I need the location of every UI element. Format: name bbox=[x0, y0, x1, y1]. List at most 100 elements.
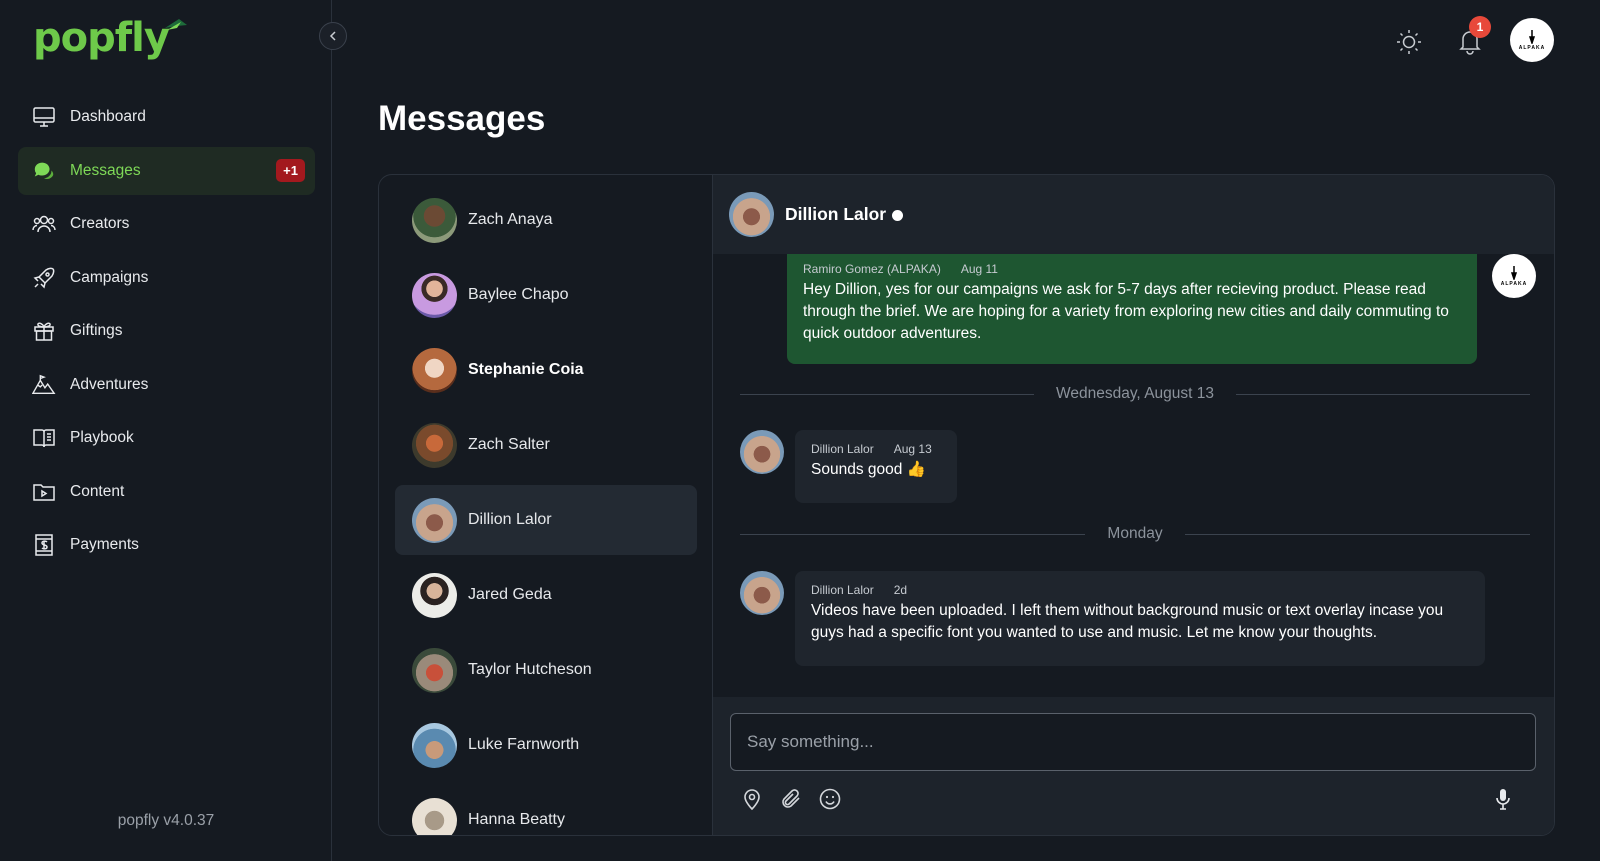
chevron-left-icon bbox=[329, 31, 336, 41]
sidebar-item-giftings[interactable]: Giftings bbox=[18, 307, 315, 355]
chat-icon bbox=[32, 159, 56, 183]
contact-item[interactable]: Luke Farnworth bbox=[395, 710, 697, 780]
sidebar-item-adventures[interactable]: Adventures bbox=[18, 361, 315, 409]
collapse-sidebar-button[interactable] bbox=[319, 22, 347, 50]
avatar bbox=[740, 430, 784, 474]
emoji-icon[interactable] bbox=[818, 787, 842, 811]
logo-text: popfly bbox=[33, 15, 170, 61]
contact-list[interactable]: Zach Anaya Baylee Chapo Stephanie Coia Z… bbox=[379, 175, 713, 835]
sidebar-item-messages[interactable]: Messages +1 bbox=[18, 146, 315, 195]
message-sender: Dillion Lalor bbox=[811, 442, 874, 456]
incoming-message: Dillion Lalor 2d Videos have been uploade… bbox=[795, 571, 1485, 666]
alpaka-avatar: ALPAKA bbox=[1492, 254, 1536, 298]
microphone-icon[interactable] bbox=[1491, 787, 1515, 811]
sidebar-item-playbook[interactable]: Playbook bbox=[18, 414, 315, 462]
contact-item[interactable]: Zach Anaya bbox=[395, 185, 697, 255]
contact-item[interactable]: Zach Salter bbox=[395, 410, 697, 480]
sidebar-item-content[interactable]: Content bbox=[18, 468, 315, 516]
video-folder-icon bbox=[32, 480, 56, 504]
message-meta: Dillion Lalor Aug 13 bbox=[811, 442, 941, 456]
avatar bbox=[412, 422, 457, 468]
message-text: Sounds good 👍 bbox=[811, 461, 926, 478]
alpaka-logo-text: ALPAKA bbox=[1518, 44, 1546, 51]
outgoing-message: Ramiro Gomez (ALPAKA) Aug 11 Hey Dillion,… bbox=[787, 254, 1477, 364]
location-pin-icon[interactable] bbox=[740, 787, 764, 811]
sidebar-item-dashboard[interactable]: Dashboard bbox=[18, 93, 315, 141]
contact-name: Luke Farnworth bbox=[468, 736, 580, 753]
sidebar-item-label: Creators bbox=[70, 215, 130, 232]
date-divider-label: Monday bbox=[1107, 525, 1163, 542]
chat-contact-name: Dillion Lalor bbox=[785, 204, 887, 224]
notification-badge: 1 bbox=[1469, 16, 1491, 38]
contact-item[interactable]: Taylor Hutcheson bbox=[395, 635, 697, 705]
avatar[interactable] bbox=[729, 192, 774, 237]
contact-item[interactable]: Baylee Chapo bbox=[395, 260, 697, 330]
alpaka-logo-icon bbox=[1528, 29, 1536, 44]
gift-icon bbox=[32, 319, 56, 343]
sidebar-item-creators[interactable]: Creators bbox=[18, 200, 315, 248]
monitor-icon bbox=[32, 105, 56, 129]
message-text: Videos have been uploaded. I left them w… bbox=[811, 602, 1444, 641]
contact-item-selected[interactable]: Dillion Lalor bbox=[395, 485, 697, 555]
contact-name: Zach Salter bbox=[468, 436, 550, 453]
sidebar-item-label: Playbook bbox=[70, 429, 134, 446]
message-input[interactable] bbox=[730, 713, 1536, 771]
contact-name: Dillion Lalor bbox=[468, 511, 552, 528]
sidebar-item-campaigns[interactable]: Campaigns bbox=[18, 254, 315, 302]
sidebar-item-label: Content bbox=[70, 482, 125, 500]
message-meta: Ramiro Gomez (ALPAKA) Aug 11 bbox=[803, 262, 1461, 276]
logo-wing-icon bbox=[164, 19, 187, 30]
unread-badge: +1 bbox=[276, 158, 305, 182]
message-meta: Dillion Lalor 2d bbox=[811, 583, 1469, 597]
message-sender: Ramiro Gomez (ALPAKA) bbox=[803, 262, 941, 276]
sidebar-item-payments[interactable]: Payments bbox=[18, 521, 315, 569]
app-version: popfly v4.0.37 bbox=[117, 812, 215, 829]
contact-name: Stephanie Coia bbox=[468, 361, 584, 378]
message-time: Aug 13 bbox=[893, 442, 932, 456]
contact-item[interactable]: Jared Geda bbox=[395, 560, 697, 630]
incoming-message: Dillion Lalor Aug 13 Sounds good 👍 bbox=[795, 430, 957, 503]
contact-name: Baylee Chapo bbox=[468, 286, 569, 303]
message-time: Aug 11 bbox=[960, 262, 998, 276]
avatar bbox=[412, 197, 457, 243]
message-composer bbox=[713, 697, 1554, 835]
sidebar-item-label: Payments bbox=[70, 536, 139, 553]
contact-item[interactable]: Hanna Beatty bbox=[395, 785, 697, 835]
avatar bbox=[412, 272, 457, 318]
date-divider: Wednesday, August 13 bbox=[740, 384, 1531, 404]
users-icon bbox=[32, 212, 56, 236]
sidebar-item-label: Giftings bbox=[70, 322, 123, 339]
dollar-icon bbox=[32, 533, 56, 557]
alpaka-logo-text: ALPAKA bbox=[1500, 280, 1528, 287]
contact-name: Jared Geda bbox=[468, 586, 552, 603]
avatar bbox=[412, 347, 457, 393]
mountain-icon bbox=[32, 373, 56, 397]
account-avatar[interactable]: ALPAKA bbox=[1510, 18, 1554, 62]
book-icon bbox=[32, 426, 56, 450]
sidebar-item-label: Adventures bbox=[70, 375, 149, 393]
chat-pane: Dillion Lalor Ramiro Gomez (ALPAKA) Aug 1… bbox=[713, 175, 1554, 835]
contact-item[interactable]: Stephanie Coia bbox=[395, 335, 697, 405]
sidebar-nav: Dashboard Messages +1 Creators Campaigns bbox=[18, 93, 315, 575]
avatar bbox=[412, 572, 457, 618]
date-divider-label: Wednesday, August 13 bbox=[1056, 385, 1214, 402]
online-status-indicator bbox=[892, 210, 904, 221]
popfly-logo[interactable]: popfly bbox=[33, 18, 189, 58]
theme-toggle-sun-icon[interactable] bbox=[1395, 28, 1423, 56]
avatar bbox=[412, 722, 457, 768]
avatar bbox=[412, 797, 457, 835]
contact-name: Taylor Hutcheson bbox=[468, 661, 592, 678]
avatar bbox=[740, 571, 784, 615]
messages-panel: Zach Anaya Baylee Chapo Stephanie Coia Z… bbox=[378, 174, 1555, 836]
sidebar: popfly Dashboard Messages +1 Creators Ca… bbox=[0, 0, 332, 861]
sidebar-item-label: Campaigns bbox=[70, 268, 149, 286]
sidebar-item-label: Messages bbox=[70, 161, 141, 179]
alpaka-logo-icon bbox=[1510, 265, 1518, 280]
message-time: 2d bbox=[893, 583, 908, 597]
message-thread[interactable]: Ramiro Gomez (ALPAKA) Aug 11 Hey Dillion,… bbox=[713, 254, 1554, 697]
page-title: Messages bbox=[378, 99, 546, 138]
paperclip-icon[interactable] bbox=[779, 787, 803, 811]
rocket-icon bbox=[32, 266, 56, 290]
sidebar-item-label: Dashboard bbox=[70, 108, 146, 125]
contact-name: Zach Anaya bbox=[468, 211, 553, 228]
